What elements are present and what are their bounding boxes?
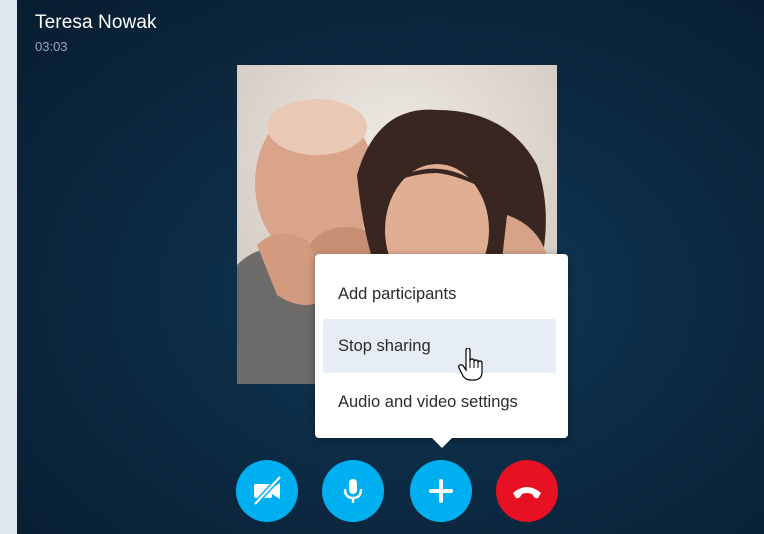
- video-toggle-button[interactable]: [236, 460, 298, 522]
- hang-up-icon: [513, 487, 541, 499]
- call-window: Teresa Nowak 03:03 Add participants Stop…: [17, 0, 764, 534]
- video-off-icon: [253, 475, 282, 506]
- add-menu: Add participants Stop sharing Audio and …: [315, 254, 568, 448]
- microphone-icon: [343, 479, 363, 503]
- hang-up-button[interactable]: [496, 460, 558, 522]
- plus-icon: [429, 479, 453, 503]
- menu-item-add-participants[interactable]: Add participants: [323, 267, 556, 321]
- microphone-button[interactable]: [322, 460, 384, 522]
- menu-item-audio-video-settings[interactable]: Audio and video settings: [323, 375, 556, 429]
- menu-caret: [431, 437, 453, 448]
- add-button[interactable]: [410, 460, 472, 522]
- call-timer: 03:03: [35, 39, 68, 54]
- caller-name: Teresa Nowak: [35, 12, 157, 33]
- hand-cursor-icon: [458, 348, 483, 381]
- menu-item-stop-sharing[interactable]: Stop sharing: [323, 319, 556, 373]
